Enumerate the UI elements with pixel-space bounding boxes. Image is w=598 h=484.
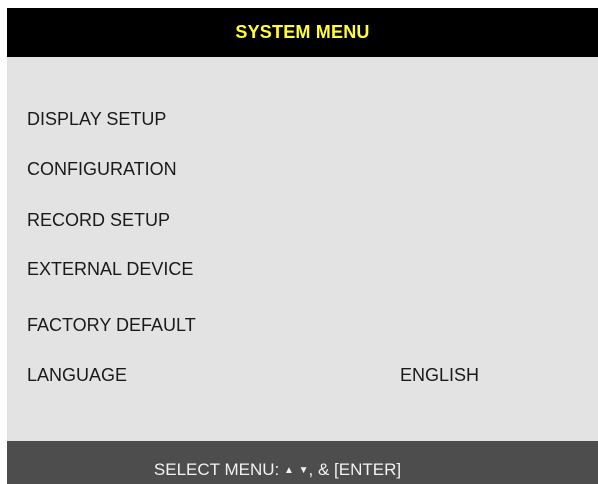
- footer-hint: SELECT MENU: ▲ ▼, & [ENTER]: [154, 460, 401, 480]
- menu-item-label: EXTERNAL DEVICE: [27, 259, 194, 279]
- menu-item-label: CONFIGURATION: [27, 159, 177, 179]
- menu-item-external-device[interactable]: EXTERNAL DEVICE: [7, 251, 598, 291]
- footer-hint-bar: SELECT MENU: ▲ ▼, & [ENTER]: [7, 441, 598, 484]
- menu-item-configuration[interactable]: CONFIGURATION: [7, 151, 598, 191]
- footer-hint-suffix: , & [ENTER]: [308, 460, 402, 479]
- menu-item-label: RECORD SETUP: [27, 210, 171, 230]
- menu-item-record-setup[interactable]: RECORD SETUP: [7, 202, 598, 242]
- menu-list: DISPLAY SETUP CONFIGURATION RECORD SETUP…: [7, 57, 598, 441]
- menu-item-display-setup[interactable]: DISPLAY SETUP: [7, 101, 598, 141]
- menu-item-label: FACTORY DEFAULT: [27, 315, 196, 335]
- footer-hint-prefix: SELECT MENU:: [153, 460, 280, 479]
- menu-item-label: LANGUAGE: [27, 365, 128, 385]
- down-arrow-icon: ▼: [298, 465, 309, 476]
- language-value: ENGLISH: [400, 365, 480, 385]
- menu-title: SYSTEM MENU: [235, 22, 370, 42]
- up-arrow-icon: ▲: [283, 465, 294, 476]
- system-menu-window: SYSTEM MENU DISPLAY SETUP CONFIGURATION …: [7, 8, 598, 484]
- title-bar: SYSTEM MENU: [7, 8, 598, 57]
- menu-item-factory-default[interactable]: FACTORY DEFAULT: [7, 307, 598, 347]
- menu-item-label: DISPLAY SETUP: [27, 109, 167, 129]
- menu-item-language[interactable]: LANGUAGE ENGLISH: [7, 357, 598, 397]
